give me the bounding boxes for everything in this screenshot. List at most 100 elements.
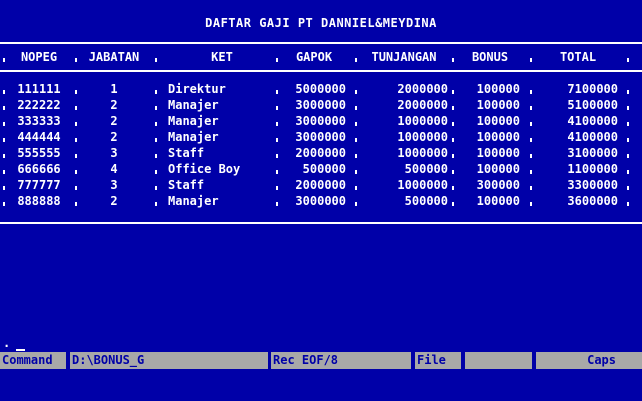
column-separator [627,100,629,110]
cell-jabatan: 2 [110,114,118,128]
column-separator [75,180,77,190]
cell-jabatan: 3 [110,178,118,192]
cell-gapok: 2000000 [295,146,346,160]
status-mode: Command [0,352,66,369]
column-separator [276,164,278,174]
cell-total: 4100000 [567,114,618,128]
column-separator [627,148,629,158]
column-separator [452,164,454,174]
column-separator [452,116,454,126]
column-separator [75,164,77,174]
column-header-tunjangan: TUNJANGAN [371,50,437,64]
cell-jabatan: 2 [110,98,118,112]
column-separator [155,148,157,158]
cell-gapok: 500000 [302,162,346,176]
column-separator [355,164,357,174]
cell-jabatan: 4 [110,162,118,176]
column-separator [452,196,454,206]
command-prompt[interactable]: . [3,336,10,350]
column-separator [75,100,77,110]
cell-tunjangan: 2000000 [397,98,448,112]
column-separator [530,100,532,110]
table-row: 333333 2 Manajer 3000000 1000000 100000 410000… [0,113,642,129]
cell-gapok: 2000000 [295,178,346,192]
column-separator [355,132,357,142]
cell-ket: Office Boy [168,162,241,176]
cell-total: 3600000 [567,194,618,208]
column-separator [627,116,629,126]
column-separator [452,100,454,110]
status-blank [465,352,532,369]
status-caps: Caps [536,352,642,369]
cell-nopeg: 222222 [17,98,61,112]
column-separator [530,164,532,174]
column-separator [530,84,532,94]
column-separator [3,116,5,126]
column-separator [3,100,5,110]
cell-jabatan: 2 [110,130,118,144]
column-separator [627,180,629,190]
cell-nopeg: 111111 [17,82,61,96]
report-title: DAFTAR GAJI PT DANNIEL&MEYDINA [205,16,437,30]
cell-nopeg: 888888 [17,194,61,208]
column-separator [155,164,157,174]
cell-gapok: 3000000 [295,194,346,208]
column-separator [452,180,454,190]
column-separator [627,196,629,206]
cell-ket: Manajer [168,130,219,144]
cell-ket: Manajer [168,98,219,112]
column-separator [452,148,454,158]
column-separator [3,132,5,142]
status-path: D:\BONUS_G [70,352,268,369]
column-separator [276,52,278,62]
column-separator [3,164,5,174]
table-row: 222222 2 Manajer 3000000 2000000 100000 510000… [0,97,642,113]
column-header-jabatan: JABATAN [88,50,140,64]
column-separator [452,52,454,62]
column-separator [627,52,629,62]
table-row: 555555 3 Staff 2000000 1000000 100000 3100000 [0,145,642,161]
cell-ket: Staff [168,178,205,192]
cell-bonus: 300000 [476,178,520,192]
column-separator [627,132,629,142]
cell-bonus: 100000 [476,98,520,112]
column-separator [452,84,454,94]
cell-nopeg: 666666 [17,162,61,176]
cell-nopeg: 444444 [17,130,61,144]
column-separator [355,180,357,190]
column-separator [3,196,5,206]
column-separator [627,84,629,94]
column-separator [155,132,157,142]
header-top-rule [0,42,642,44]
column-separator [155,116,157,126]
cell-ket: Direktur [168,82,226,96]
cell-jabatan: 1 [110,82,118,96]
column-separator [355,100,357,110]
status-record: Rec EOF/8 [271,352,411,369]
cell-total: 5100000 [567,98,618,112]
cell-nopeg: 777777 [17,178,61,192]
cell-tunjangan: 2000000 [397,82,448,96]
column-separator [276,132,278,142]
table-row: 666666 4 Office Boy 500000 500000 100000 11000… [0,161,642,177]
column-separator [155,180,157,190]
cell-tunjangan: 500000 [404,162,448,176]
cell-tunjangan: 1000000 [397,130,448,144]
cell-bonus: 100000 [476,194,520,208]
cell-nopeg: 555555 [17,146,61,160]
cell-tunjangan: 1000000 [397,114,448,128]
column-header-total: TOTAL [559,50,597,64]
cell-gapok: 3000000 [295,130,346,144]
column-separator [155,52,157,62]
column-separator [75,52,77,62]
column-header-ket: KET [211,50,233,64]
column-separator [155,100,157,110]
column-separator [75,132,77,142]
cell-jabatan: 3 [110,146,118,160]
column-separator [276,100,278,110]
column-separator [530,132,532,142]
column-separator [276,116,278,126]
column-separator [75,196,77,206]
column-separator [276,196,278,206]
column-separator [627,164,629,174]
